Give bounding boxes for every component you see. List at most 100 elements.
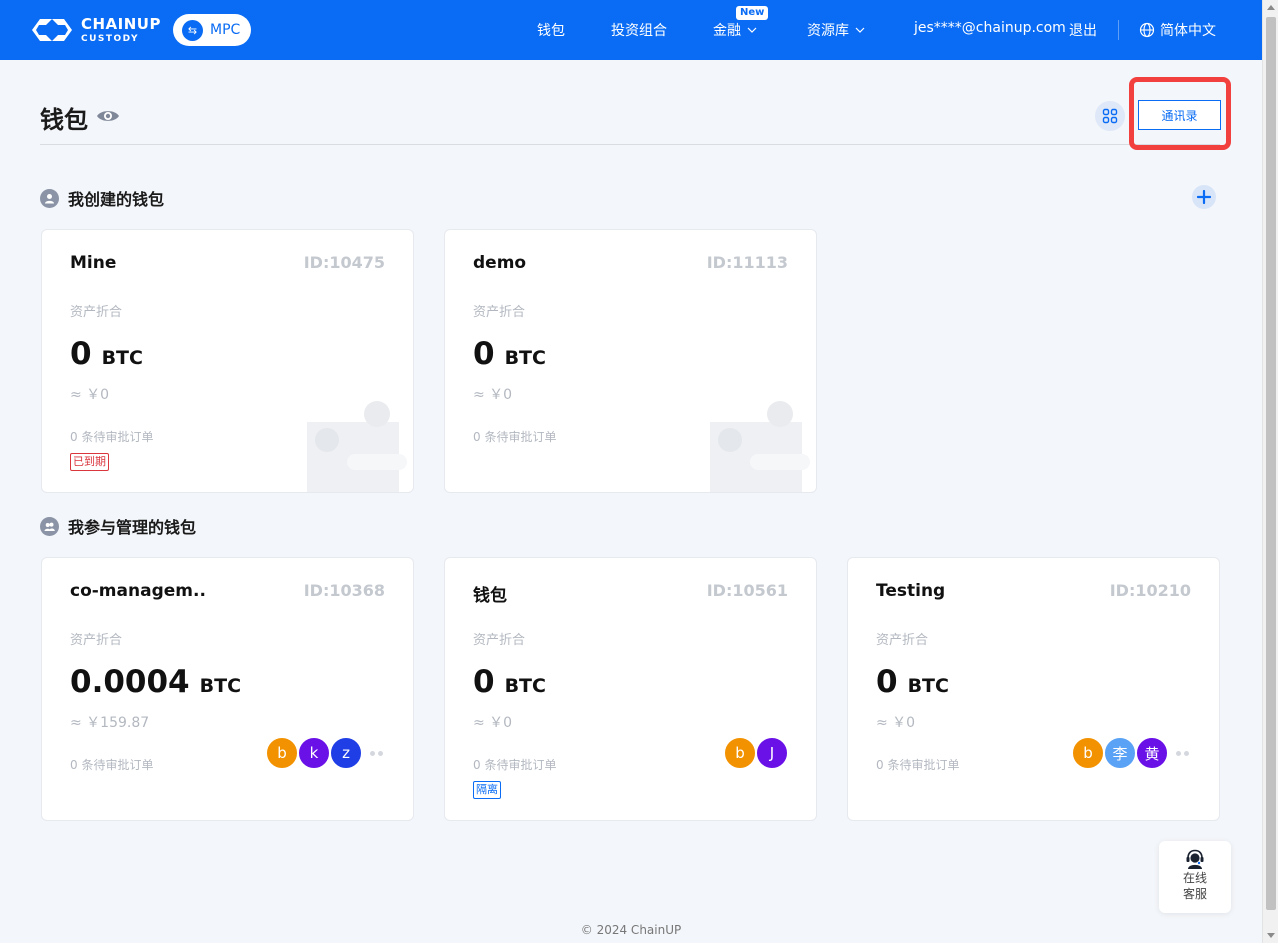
wallet-balance: 0 BTC	[876, 664, 949, 700]
add-wallet-button[interactable]	[1192, 185, 1216, 209]
plus-icon	[1197, 190, 1211, 204]
section-my-wallets-title: 我创建的钱包	[68, 190, 165, 209]
member-avatars[interactable]: b 李 黄	[1072, 737, 1192, 769]
title-divider	[40, 144, 1220, 145]
wallet-balance: 0 BTC	[473, 664, 546, 700]
asset-label: 资产折合	[70, 633, 123, 648]
wallet-card-testing[interactable]: Testing ID:10210 资产折合 0 BTC ≈ ￥0 0 条待审批订…	[847, 557, 1220, 821]
wallet-card-wallet[interactable]: 钱包 ID:10561 资产折合 0 BTC ≈ ￥0 0 条待审批订单 隔离 …	[444, 557, 817, 821]
nav-divider	[1118, 20, 1119, 40]
user-email[interactable]: jes****@chainup.com	[914, 20, 1066, 36]
member-avatar: J	[756, 737, 788, 769]
member-avatar: 黄	[1136, 737, 1168, 769]
section-my-wallets: 我创建的钱包	[40, 186, 164, 210]
scroll-down-icon[interactable]	[1267, 933, 1275, 938]
wallet-balance: 0 BTC	[70, 336, 143, 372]
isolated-tag: 隔离	[473, 781, 501, 799]
balance-unit: BTC	[907, 675, 949, 697]
grid-view-button[interactable]	[1095, 101, 1125, 131]
page-title: 钱包	[40, 106, 88, 134]
section-managed-wallets-title: 我参与管理的钱包	[68, 518, 197, 537]
wallet-name: Mine	[70, 253, 117, 273]
nav-finance[interactable]: 金融	[713, 20, 757, 40]
scrollbar-thumb[interactable]	[1266, 17, 1276, 910]
nav-resources[interactable]: 资源库	[807, 20, 865, 40]
online-support-button[interactable]: 在线客服	[1159, 841, 1231, 913]
member-avatar: b	[724, 737, 756, 769]
eye-icon[interactable]	[96, 108, 120, 124]
user-email-label: jes****@chainup.com	[914, 20, 1066, 36]
member-avatars[interactable]: b J	[724, 737, 788, 769]
member-avatar: 李	[1104, 737, 1136, 769]
balance-unit: BTC	[101, 347, 143, 369]
fiat-value: ≈ ￥0	[70, 387, 110, 403]
wallet-id: ID:10561	[706, 581, 788, 600]
fiat-value: ≈ ￥0	[473, 387, 513, 403]
wallet-card-demo[interactable]: demo ID:11113 资产折合 0 BTC ≈ ￥0 0 条待审批订单	[444, 229, 817, 493]
wallet-balance: 0 BTC	[473, 336, 546, 372]
grid-icon	[1102, 108, 1118, 124]
globe-icon	[1139, 22, 1155, 38]
chainup-custody-logo[interactable]: CHAINUP CUSTODY	[30, 13, 161, 47]
fiat-value: ≈ ￥0	[473, 715, 513, 731]
nav-wallet[interactable]: 钱包	[537, 20, 565, 40]
wallet-card-co-management[interactable]: co-managem.. ID:10368 资产折合 0.0004 BTC ≈ …	[41, 557, 414, 821]
pending-orders: 0 条待审批订单	[473, 758, 557, 772]
member-avatar: b	[1072, 737, 1104, 769]
nav-resources-label: 资源库	[807, 23, 849, 39]
asset-label: 资产折合	[473, 305, 526, 320]
language-selector[interactable]: 简体中文	[1139, 20, 1216, 40]
member-avatars[interactable]: b k z	[266, 737, 386, 769]
logo-line-1: CHAINUP	[81, 14, 161, 33]
pending-orders: 0 条待审批订单	[70, 758, 154, 772]
new-badge: New	[736, 6, 769, 20]
fiat-value: ≈ ￥0	[876, 715, 916, 731]
more-members-icon[interactable]	[370, 750, 386, 756]
card-background-illustration	[307, 401, 407, 492]
balance-amount: 0	[876, 664, 898, 700]
pending-orders: 0 条待审批订单	[70, 430, 154, 444]
logo-line-2: CUSTODY	[81, 33, 140, 44]
headset-agent-icon	[1186, 849, 1204, 869]
balance-amount: 0	[70, 336, 92, 372]
pending-orders: 0 条待审批订单	[876, 758, 960, 772]
online-support-label: 在线客服	[1182, 871, 1207, 901]
asset-label: 资产折合	[70, 305, 123, 320]
more-members-icon[interactable]	[1176, 750, 1192, 756]
asset-label: 资产折合	[473, 633, 526, 648]
wallet-name: co-managem..	[70, 581, 206, 601]
vertical-scrollbar[interactable]	[1262, 0, 1278, 943]
logout-link[interactable]: 退出	[1069, 20, 1097, 40]
nav-portfolio[interactable]: 投资组合	[611, 20, 667, 40]
mpc-mode-label: MPC	[210, 22, 241, 38]
fiat-value: ≈ ￥159.87	[70, 715, 150, 731]
wallet-name: Testing	[876, 581, 946, 601]
wallet-card-mine[interactable]: Mine ID:10475 资产折合 0 BTC ≈ ￥0 0 条待审批订单 已…	[41, 229, 414, 493]
wallet-id: ID:10210	[1109, 581, 1191, 600]
switch-arrows-icon: ⇆	[182, 19, 203, 41]
chevron-down-icon	[855, 27, 865, 33]
balance-amount: 0.0004	[70, 664, 190, 700]
language-label: 简体中文	[1160, 23, 1216, 39]
wallet-id: ID:10368	[303, 581, 385, 600]
balance-unit: BTC	[504, 347, 546, 369]
wallet-name: demo	[473, 253, 527, 273]
expired-tag: 已到期	[70, 453, 109, 471]
section-managed-wallets: 我参与管理的钱包	[40, 514, 196, 538]
member-avatar: b	[266, 737, 298, 769]
footer-copyright: © 2024 ChainUP	[580, 923, 682, 937]
asset-label: 资产折合	[876, 633, 929, 648]
pending-orders: 0 条待审批订单	[473, 430, 557, 444]
balance-amount: 0	[473, 664, 495, 700]
mpc-mode-switch[interactable]: ⇆ MPC	[173, 14, 251, 46]
nav-finance-label: 金融	[713, 23, 741, 39]
top-navigation-bar: CHAINUP CUSTODY ⇆ MPC 钱包 投资组合 金融 New 资源库…	[0, 0, 1262, 60]
contacts-button[interactable]: 通讯录	[1138, 100, 1221, 130]
member-avatar: k	[298, 737, 330, 769]
member-avatar: z	[330, 737, 362, 769]
balance-unit: BTC	[199, 675, 242, 697]
balance-unit: BTC	[504, 675, 546, 697]
scroll-up-icon[interactable]	[1267, 5, 1275, 10]
chainup-logo-icon	[32, 19, 72, 41]
wallet-id: ID:11113	[706, 253, 788, 272]
